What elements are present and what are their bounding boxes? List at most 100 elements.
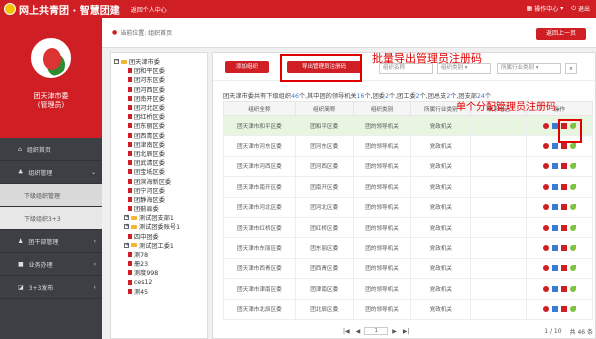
tree-node[interactable]: 团蓟县委 <box>124 204 204 213</box>
industry-category-select[interactable]: 所属行业类别 ▾ <box>497 63 561 74</box>
edit-icon[interactable] <box>552 143 559 150</box>
edit-icon[interactable] <box>552 163 559 170</box>
delete-icon[interactable] <box>561 183 568 190</box>
tree-node[interactable]: 团和平区委 <box>124 66 204 75</box>
sidebar-item-sub-org-3plus3[interactable]: 下级组织3+3 <box>0 207 102 230</box>
table-row[interactable]: 团天津市南开区委 团南开区委 团的领导机关 党政机关 <box>223 176 593 198</box>
return-personal-center-link[interactable]: 返回个人中心 <box>131 5 167 14</box>
tree-node[interactable]: + 测试团支部1 <box>124 213 204 222</box>
delete-icon[interactable] <box>561 245 568 252</box>
key-icon[interactable] <box>570 306 577 313</box>
key-icon[interactable] <box>570 265 577 272</box>
view-icon[interactable] <box>543 285 550 292</box>
delete-icon[interactable] <box>561 285 568 292</box>
key-icon[interactable] <box>570 143 577 150</box>
key-icon[interactable] <box>570 285 577 292</box>
prev-page-button[interactable]: ◀ <box>356 328 361 335</box>
table-row[interactable]: 团天津市和平区委 团和平区委 团的领导机关 党政机关 <box>223 114 593 137</box>
view-icon[interactable] <box>543 163 550 170</box>
tree-node[interactable]: 团红桥区委 <box>124 112 204 121</box>
delete-icon[interactable] <box>561 306 568 313</box>
expand-icon[interactable]: + <box>124 224 129 230</box>
tree-node[interactable]: 团滨海新区委 <box>124 176 204 186</box>
key-icon[interactable] <box>570 224 577 231</box>
delete-icon[interactable] <box>561 163 568 170</box>
last-page-button[interactable]: ▶| <box>403 328 410 335</box>
search-button[interactable]: ⌕ <box>565 63 577 74</box>
table-row[interactable]: 团天津市河北区委 团河北区委 团的领导机关 党政机关 <box>223 196 593 218</box>
delete-icon[interactable] <box>561 204 568 211</box>
collapse-icon[interactable]: − <box>114 59 119 65</box>
sidebar-item-org-management[interactable]: ♣ 组织管理 ⌄ <box>0 161 102 184</box>
back-button[interactable]: 返回上一页 <box>536 28 586 40</box>
view-icon[interactable] <box>543 224 550 231</box>
tree-node[interactable]: 团西青区委 <box>124 131 204 140</box>
tree-node[interactable]: 册23 <box>124 259 204 268</box>
view-icon[interactable] <box>543 143 550 150</box>
tree-node[interactable]: 团静海区委 <box>124 195 204 204</box>
tree-node[interactable]: 团津南区委 <box>124 140 204 149</box>
sidebar-item-home[interactable]: ⌂ 组织首页 <box>0 138 102 161</box>
tree-node[interactable]: 团南开区委 <box>124 94 204 103</box>
table-cell: 团河北区委 <box>294 196 354 218</box>
logout-link[interactable]: ⏻ 退出 <box>571 4 590 14</box>
tree-node[interactable]: 团河东区委 <box>124 75 204 84</box>
sidebar-item-cadre-management[interactable]: ♟ 团干部管理 ‹ <box>0 230 102 253</box>
table-row[interactable]: 团天津市北辰区委 团北辰区委 团的领导机关 党政机关 <box>223 298 593 320</box>
edit-icon[interactable] <box>552 245 559 252</box>
table-row[interactable]: 团天津市东丽区委 团东丽区委 团的领导机关 党政机关 <box>223 237 593 259</box>
edit-icon[interactable] <box>552 285 559 292</box>
view-icon[interactable] <box>543 204 550 211</box>
tree-node[interactable]: 测78 <box>124 250 204 259</box>
sidebar-item-sub-org-management[interactable]: 下级组织管理 <box>0 184 102 207</box>
view-icon[interactable] <box>543 122 550 129</box>
sidebar-item-business[interactable]: ■ 业务办理 ‹ <box>0 253 102 276</box>
next-page-button[interactable]: ▶ <box>392 328 397 335</box>
key-icon[interactable] <box>570 163 577 170</box>
table-row[interactable]: 团天津市西青区委 团西青区委 团的领导机关 党政机关 <box>223 257 593 280</box>
view-icon[interactable] <box>543 306 550 313</box>
tree-node[interactable]: + 测试团委账号1 <box>124 222 204 231</box>
tree-node[interactable]: 团宝坻区委 <box>124 167 204 176</box>
view-icon[interactable] <box>543 265 550 272</box>
edit-icon[interactable] <box>552 224 559 231</box>
view-icon[interactable] <box>543 183 550 190</box>
key-icon[interactable] <box>570 245 577 252</box>
table-row[interactable]: 团天津市河西区委 团河西区委 团的领导机关 党政机关 <box>223 155 593 178</box>
expand-icon[interactable]: + <box>124 215 129 221</box>
add-org-button[interactable]: 添加组织 <box>225 61 269 73</box>
tree-node[interactable]: 团东丽区委 <box>124 121 204 130</box>
assign-highlight-box <box>558 119 582 143</box>
page-input[interactable]: 1 <box>364 327 389 335</box>
sidebar-item-publish[interactable]: ◪ 3+3发布 ‹ <box>0 276 102 299</box>
key-icon[interactable] <box>570 204 577 211</box>
tree-root[interactable]: − 团天津市委 <box>114 57 204 66</box>
edit-icon[interactable] <box>552 183 559 190</box>
table-row[interactable]: 团天津市津南区委 团津南区委 团的领导机关 党政机关 <box>223 278 593 300</box>
delete-icon[interactable] <box>561 224 568 231</box>
edit-icon[interactable] <box>552 306 559 313</box>
edit-icon[interactable] <box>552 204 559 211</box>
tree-node[interactable]: 测度998 <box>124 268 204 277</box>
tree-node[interactable]: 团河西区委 <box>124 85 204 94</box>
tree-node[interactable]: 测45 <box>124 287 204 296</box>
first-page-button[interactable]: |◀ <box>343 328 350 335</box>
key-icon[interactable] <box>570 183 577 190</box>
tree-node[interactable]: + 测试团工委1 <box>124 241 204 250</box>
operation-center-link[interactable]: ▦ 操作中心 ▾ <box>527 4 564 13</box>
delete-icon[interactable] <box>561 143 568 150</box>
tree-node[interactable]: 团武清区委 <box>124 158 204 167</box>
tree-node[interactable]: 团河北区委 <box>124 103 204 112</box>
expand-icon[interactable]: + <box>124 242 129 248</box>
tree-node[interactable]: 团北辰区委 <box>124 149 204 158</box>
tree-node[interactable]: 四中团委 <box>124 232 204 241</box>
table-cell <box>470 298 528 320</box>
view-icon[interactable] <box>543 245 550 252</box>
tree-node[interactable]: ces12 <box>124 278 204 287</box>
table-row[interactable]: 团天津市红桥区委 团红桥区委 团的领导机关 党政机关 <box>223 216 593 239</box>
tree-node[interactable]: 团宁河区委 <box>124 186 204 195</box>
delete-icon[interactable] <box>561 265 568 272</box>
edit-icon[interactable] <box>552 265 559 272</box>
people-icon: ♟ <box>18 237 24 245</box>
table-row[interactable]: 团天津市河东区委 团河东区委 团的领导机关 党政机关 <box>223 135 593 157</box>
